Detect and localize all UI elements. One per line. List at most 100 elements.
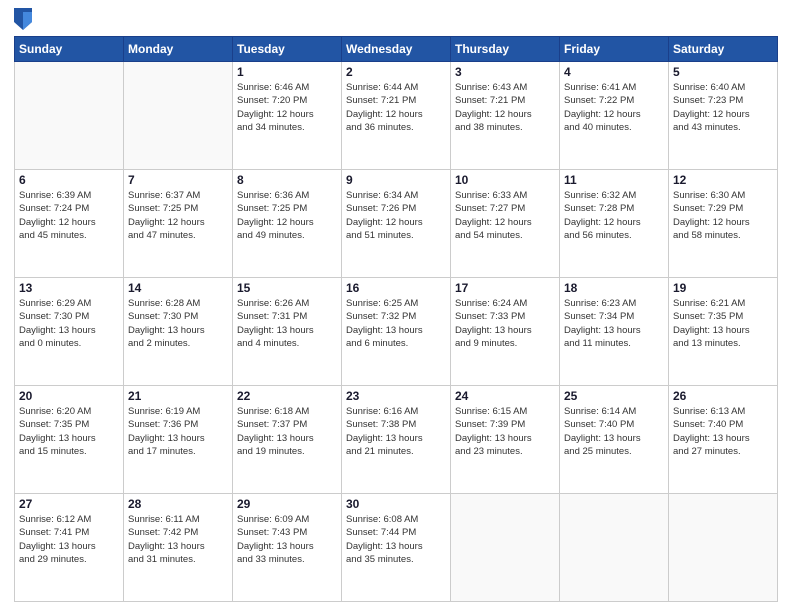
day-detail: Sunrise: 6:11 AM Sunset: 7:42 PM Dayligh… (128, 513, 228, 566)
calendar-cell: 20 Sunrise: 6:20 AM Sunset: 7:35 PM Dayli… (15, 386, 124, 494)
day-number: 10 (455, 173, 555, 187)
day-detail: Sunrise: 6:26 AM Sunset: 7:31 PM Dayligh… (237, 297, 337, 350)
day-detail: Sunrise: 6:37 AM Sunset: 7:25 PM Dayligh… (128, 189, 228, 242)
page: SundayMondayTuesdayWednesdayThursdayFrid… (0, 0, 792, 612)
calendar-cell: 7 Sunrise: 6:37 AM Sunset: 7:25 PM Daylig… (124, 170, 233, 278)
day-number: 20 (19, 389, 119, 403)
calendar-cell: 11Sunrise: 6:32 AM Sunset: 7:28 PM Dayli… (560, 170, 669, 278)
calendar-cell: 22Sunrise: 6:18 AM Sunset: 7:37 PM Dayli… (233, 386, 342, 494)
day-number: 21 (128, 389, 228, 403)
calendar-week-row: 1 Sunrise: 6:46 AM Sunset: 7:20 PM Daylig… (15, 62, 778, 170)
day-number: 9 (346, 173, 446, 187)
logo (14, 10, 34, 30)
calendar-cell: 15 Sunrise: 6:26 AM Sunset: 7:31 PM Dayli… (233, 278, 342, 386)
calendar-cell: 18 Sunrise: 6:23 AM Sunset: 7:34 PM Dayli… (560, 278, 669, 386)
day-number: 30 (346, 497, 446, 511)
day-number: 11 (564, 173, 664, 187)
day-detail: Sunrise: 6:18 AM Sunset: 7:37 PM Dayligh… (237, 405, 337, 458)
day-detail: Sunrise: 6:30 AM Sunset: 7:29 PM Dayligh… (673, 189, 773, 242)
weekday-header-friday: Friday (560, 37, 669, 62)
calendar-cell: 9 Sunrise: 6:34 AM Sunset: 7:26 PM Daylig… (342, 170, 451, 278)
calendar-cell: 25Sunrise: 6:14 AM Sunset: 7:40 PM Dayli… (560, 386, 669, 494)
day-number: 3 (455, 65, 555, 79)
day-detail: Sunrise: 6:33 AM Sunset: 7:27 PM Dayligh… (455, 189, 555, 242)
calendar-cell: 4 Sunrise: 6:41 AM Sunset: 7:22 PM Daylig… (560, 62, 669, 170)
day-number: 7 (128, 173, 228, 187)
day-detail: Sunrise: 6:43 AM Sunset: 7:21 PM Dayligh… (455, 81, 555, 134)
day-number: 16 (346, 281, 446, 295)
weekday-header-monday: Monday (124, 37, 233, 62)
calendar-cell (15, 62, 124, 170)
day-number: 6 (19, 173, 119, 187)
day-number: 12 (673, 173, 773, 187)
calendar-cell (451, 494, 560, 602)
day-number: 4 (564, 65, 664, 79)
day-detail: Sunrise: 6:08 AM Sunset: 7:44 PM Dayligh… (346, 513, 446, 566)
calendar-week-row: 20 Sunrise: 6:20 AM Sunset: 7:35 PM Dayli… (15, 386, 778, 494)
calendar-cell: 29 Sunrise: 6:09 AM Sunset: 7:43 PM Dayli… (233, 494, 342, 602)
day-number: 15 (237, 281, 337, 295)
header (14, 10, 778, 30)
calendar-cell: 10 Sunrise: 6:33 AM Sunset: 7:27 PM Dayli… (451, 170, 560, 278)
day-detail: Sunrise: 6:21 AM Sunset: 7:35 PM Dayligh… (673, 297, 773, 350)
calendar-week-row: 6 Sunrise: 6:39 AM Sunset: 7:24 PM Daylig… (15, 170, 778, 278)
day-number: 13 (19, 281, 119, 295)
calendar-cell: 26 Sunrise: 6:13 AM Sunset: 7:40 PM Dayli… (669, 386, 778, 494)
calendar-cell: 6 Sunrise: 6:39 AM Sunset: 7:24 PM Daylig… (15, 170, 124, 278)
day-detail: Sunrise: 6:23 AM Sunset: 7:34 PM Dayligh… (564, 297, 664, 350)
day-detail: Sunrise: 6:25 AM Sunset: 7:32 PM Dayligh… (346, 297, 446, 350)
calendar-week-row: 27 Sunrise: 6:12 AM Sunset: 7:41 PM Dayli… (15, 494, 778, 602)
weekday-header-wednesday: Wednesday (342, 37, 451, 62)
day-number: 25 (564, 389, 664, 403)
day-detail: Sunrise: 6:41 AM Sunset: 7:22 PM Dayligh… (564, 81, 664, 134)
day-number: 19 (673, 281, 773, 295)
calendar-cell: 28 Sunrise: 6:11 AM Sunset: 7:42 PM Dayli… (124, 494, 233, 602)
day-number: 2 (346, 65, 446, 79)
day-detail: Sunrise: 6:12 AM Sunset: 7:41 PM Dayligh… (19, 513, 119, 566)
day-detail: Sunrise: 6:28 AM Sunset: 7:30 PM Dayligh… (128, 297, 228, 350)
day-detail: Sunrise: 6:46 AM Sunset: 7:20 PM Dayligh… (237, 81, 337, 134)
day-number: 8 (237, 173, 337, 187)
day-number: 1 (237, 65, 337, 79)
calendar-cell: 13Sunrise: 6:29 AM Sunset: 7:30 PM Dayli… (15, 278, 124, 386)
calendar-cell: 17Sunrise: 6:24 AM Sunset: 7:33 PM Dayli… (451, 278, 560, 386)
day-detail: Sunrise: 6:39 AM Sunset: 7:24 PM Dayligh… (19, 189, 119, 242)
day-number: 28 (128, 497, 228, 511)
calendar-cell (669, 494, 778, 602)
calendar-cell: 2Sunrise: 6:44 AM Sunset: 7:21 PM Daylig… (342, 62, 451, 170)
calendar-table: SundayMondayTuesdayWednesdayThursdayFrid… (14, 36, 778, 602)
calendar-cell: 1 Sunrise: 6:46 AM Sunset: 7:20 PM Daylig… (233, 62, 342, 170)
day-number: 17 (455, 281, 555, 295)
day-detail: Sunrise: 6:19 AM Sunset: 7:36 PM Dayligh… (128, 405, 228, 458)
day-number: 24 (455, 389, 555, 403)
day-detail: Sunrise: 6:20 AM Sunset: 7:35 PM Dayligh… (19, 405, 119, 458)
day-detail: Sunrise: 6:36 AM Sunset: 7:25 PM Dayligh… (237, 189, 337, 242)
day-detail: Sunrise: 6:15 AM Sunset: 7:39 PM Dayligh… (455, 405, 555, 458)
calendar-cell: 3 Sunrise: 6:43 AM Sunset: 7:21 PM Daylig… (451, 62, 560, 170)
day-detail: Sunrise: 6:34 AM Sunset: 7:26 PM Dayligh… (346, 189, 446, 242)
calendar-cell: 16 Sunrise: 6:25 AM Sunset: 7:32 PM Dayli… (342, 278, 451, 386)
day-number: 26 (673, 389, 773, 403)
calendar-cell: 8 Sunrise: 6:36 AM Sunset: 7:25 PM Daylig… (233, 170, 342, 278)
day-detail: Sunrise: 6:09 AM Sunset: 7:43 PM Dayligh… (237, 513, 337, 566)
calendar-week-row: 13Sunrise: 6:29 AM Sunset: 7:30 PM Dayli… (15, 278, 778, 386)
calendar-cell: 5Sunrise: 6:40 AM Sunset: 7:23 PM Daylig… (669, 62, 778, 170)
calendar-cell (124, 62, 233, 170)
day-detail: Sunrise: 6:40 AM Sunset: 7:23 PM Dayligh… (673, 81, 773, 134)
calendar-cell: 27 Sunrise: 6:12 AM Sunset: 7:41 PM Dayli… (15, 494, 124, 602)
day-number: 23 (346, 389, 446, 403)
day-number: 27 (19, 497, 119, 511)
day-number: 29 (237, 497, 337, 511)
day-detail: Sunrise: 6:13 AM Sunset: 7:40 PM Dayligh… (673, 405, 773, 458)
day-number: 14 (128, 281, 228, 295)
calendar-cell: 12 Sunrise: 6:30 AM Sunset: 7:29 PM Dayli… (669, 170, 778, 278)
weekday-header-sunday: Sunday (15, 37, 124, 62)
weekday-header-saturday: Saturday (669, 37, 778, 62)
calendar-cell: 19 Sunrise: 6:21 AM Sunset: 7:35 PM Dayli… (669, 278, 778, 386)
calendar-cell: 23 Sunrise: 6:16 AM Sunset: 7:38 PM Dayli… (342, 386, 451, 494)
calendar-cell (560, 494, 669, 602)
day-number: 18 (564, 281, 664, 295)
day-detail: Sunrise: 6:16 AM Sunset: 7:38 PM Dayligh… (346, 405, 446, 458)
calendar-cell: 14 Sunrise: 6:28 AM Sunset: 7:30 PM Dayli… (124, 278, 233, 386)
weekday-header-row: SundayMondayTuesdayWednesdayThursdayFrid… (15, 37, 778, 62)
